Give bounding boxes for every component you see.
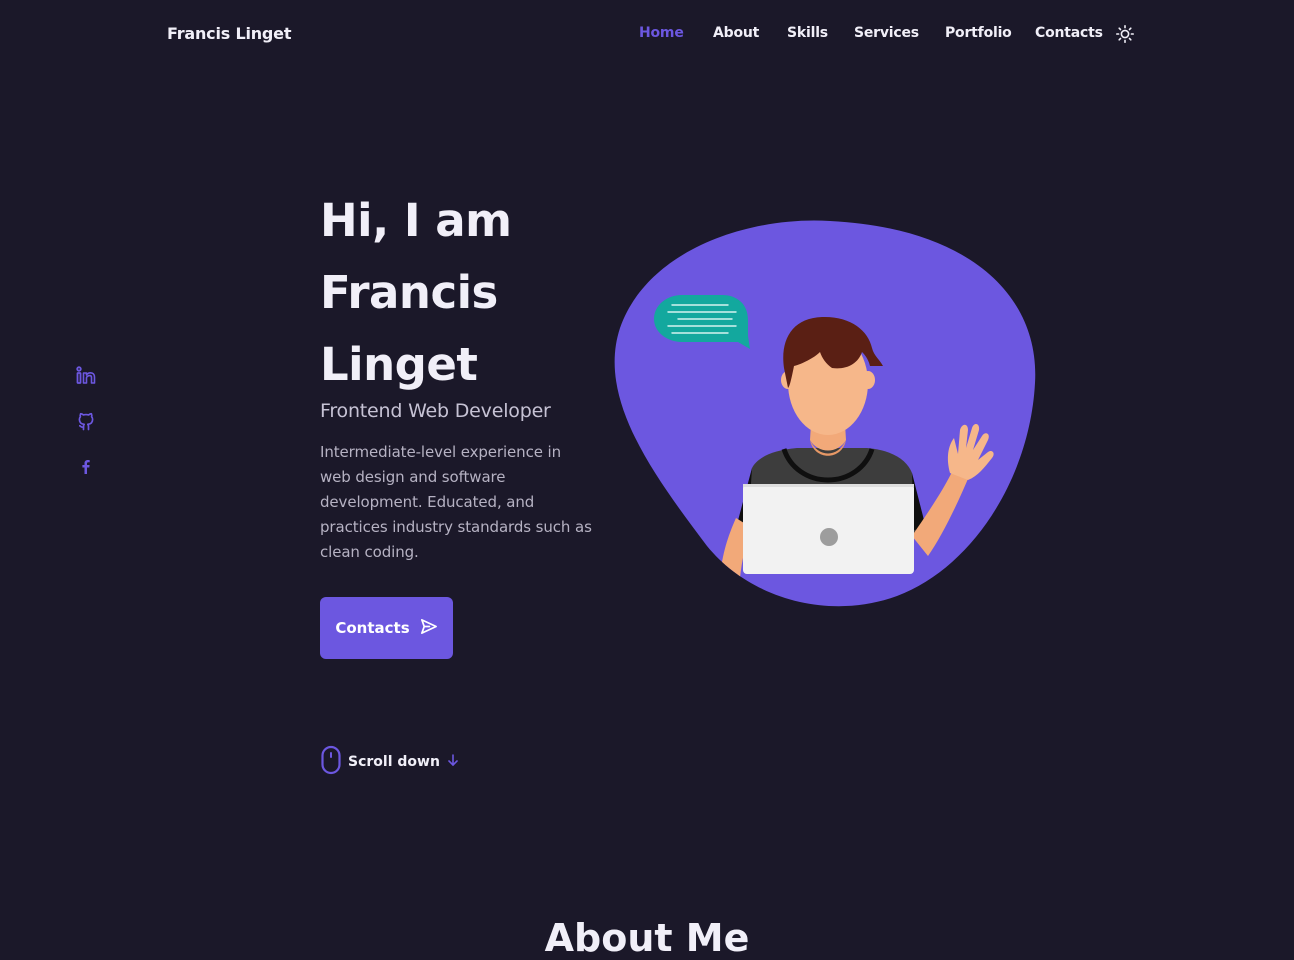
- scroll-down-label: Scroll down: [348, 754, 440, 770]
- laptop-logo: [820, 528, 838, 546]
- site-header: Francis Linget Home About Skills Service…: [0, 0, 1294, 68]
- linkedin-icon[interactable]: [76, 366, 96, 386]
- facebook-icon[interactable]: [76, 457, 96, 477]
- hero-title: Hi, I am Francis Linget: [320, 185, 600, 401]
- nav-portfolio[interactable]: Portfolio: [945, 25, 1012, 41]
- about-section-title: About Me: [544, 916, 750, 960]
- nav-skills[interactable]: Skills: [787, 25, 828, 41]
- contacts-button-label: Contacts: [335, 619, 410, 637]
- main-nav: Home About Skills Services Portfolio Con…: [0, 25, 1294, 45]
- sun-icon[interactable]: [1116, 25, 1135, 44]
- hero-description: Intermediate-level experience in web des…: [320, 443, 592, 561]
- contacts-button[interactable]: Contacts: [320, 597, 453, 659]
- mouse-icon: [320, 745, 342, 779]
- hero-subtitle: Frontend Web Developer: [320, 400, 551, 422]
- github-icon[interactable]: [76, 411, 96, 431]
- hero-title-line: Linget: [320, 338, 478, 391]
- nav-contacts[interactable]: Contacts: [1035, 25, 1103, 41]
- nav-home[interactable]: Home: [639, 25, 684, 41]
- nav-about[interactable]: About: [713, 25, 759, 41]
- hero-illustration: [612, 218, 1038, 614]
- hero-title-line: Hi, I am: [320, 194, 512, 247]
- send-icon: [419, 617, 438, 640]
- hero-title-line: Francis: [320, 266, 498, 319]
- scroll-down-link[interactable]: Scroll down: [320, 745, 460, 779]
- nav-services[interactable]: Services: [854, 25, 919, 41]
- arrow-down-icon: [446, 753, 460, 771]
